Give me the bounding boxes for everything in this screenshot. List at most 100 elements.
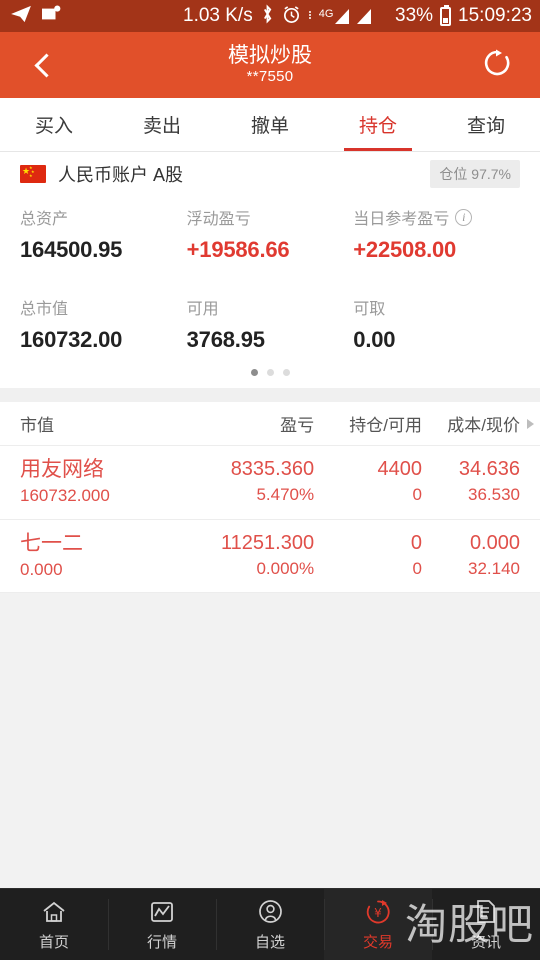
trade-tab-bar: 买入 卖出 撤单 持仓 查询 <box>0 98 540 152</box>
status-bar-center: 1.03 K/s 4G <box>183 0 372 32</box>
column-header-cost-price[interactable]: 成本/现价 <box>422 411 520 436</box>
pager-dot-3[interactable] <box>282 369 290 376</box>
profit-pct-label: 0.000% <box>256 558 315 578</box>
holdings-table: 市值 盈亏 持仓/可用 成本/现价 用友网络 160732.000 8335.3… <box>0 402 540 593</box>
account-row[interactable]: ★ ★ ★ ★ 人民币账户 A股 仓位 97.7% <box>20 152 520 196</box>
current-price-label: 36.530 <box>468 485 520 504</box>
nav-label: 资讯 <box>470 933 501 951</box>
pager-dot-1[interactable] <box>250 369 258 376</box>
news-icon <box>475 898 497 926</box>
stat-available: 可用 3768.95 <box>187 295 354 353</box>
section-divider <box>0 388 540 402</box>
tab-holdings[interactable]: 持仓 <box>324 98 432 151</box>
stat-label: 总市值 <box>20 301 69 318</box>
current-price-label: 32.140 <box>468 558 520 578</box>
china-flag-icon: ★ ★ ★ ★ <box>20 165 46 183</box>
nav-label: 自选 <box>254 933 285 951</box>
page-title: 模拟炒股 <box>228 43 312 67</box>
stat-value: 0.00 <box>353 327 396 352</box>
telegram-icon <box>10 5 32 27</box>
net-speed-label: 1.03 K/s <box>183 5 253 26</box>
table-row[interactable]: 七一二 0.000 11251.300 0.000% 0 0 0.000 32.… <box>0 520 540 593</box>
signal-icon: 4G <box>319 8 350 24</box>
stat-today-pnl: 当日参考盈亏 i +22508.00 <box>353 205 520 263</box>
market-value-label: 0.000 <box>20 559 63 579</box>
account-id-label: **7550 <box>246 68 294 86</box>
sim-dots-icon <box>308 11 311 19</box>
stat-value: 164500.95 <box>20 237 123 262</box>
profit-label: 11251.300 <box>221 531 315 554</box>
nav-item-trade[interactable]: ¥ 交易 <box>324 889 432 960</box>
table-row[interactable]: 用友网络 160732.000 8335.360 5.470% 4400 0 3… <box>0 446 540 520</box>
nav-item-watchlist[interactable]: 自选 <box>216 889 324 960</box>
svg-text:¥: ¥ <box>374 906 382 920</box>
tab-sell[interactable]: 卖出 <box>108 98 216 151</box>
cost-label: 0.000 <box>469 531 520 554</box>
stat-market-value: 总市值 160732.00 <box>20 295 187 353</box>
bottom-navigation: 首页 行情 自选 ¥ 交易 资讯 淘股吧 <box>0 888 540 960</box>
stat-label-with-info: 当日参考盈亏 i <box>353 205 520 229</box>
cell-profit: 11251.300 0.000% <box>196 531 314 581</box>
home-icon <box>41 898 67 926</box>
info-icon[interactable]: i <box>455 208 473 226</box>
nav-item-news[interactable]: 资讯 <box>432 889 540 960</box>
stat-total-assets: 总资产 164500.95 <box>20 205 187 263</box>
profit-pct-label: 5.470% <box>256 485 315 504</box>
cell-profit: 8335.360 5.470% <box>196 457 314 507</box>
stat-label: 浮动盈亏 <box>186 211 251 228</box>
cell-position: 4400 0 <box>314 457 422 507</box>
battery-icon <box>440 4 452 26</box>
stat-label: 可用 <box>186 301 219 318</box>
available-label: 0 <box>412 558 422 578</box>
table-header-row: 市值 盈亏 持仓/可用 成本/现价 <box>0 402 540 446</box>
person-icon <box>258 898 283 926</box>
column-header-profit[interactable]: 盈亏 <box>196 411 314 436</box>
status-bar-right: 33% 15:09:23 <box>395 0 532 32</box>
tab-cancel-order[interactable]: 撤单 <box>216 98 324 151</box>
summary-stats: 总资产 164500.95 浮动盈亏 +19586.66 当日参考盈亏 i +2… <box>20 196 520 353</box>
column-header-market-value[interactable]: 市值 <box>20 411 196 436</box>
column-header-position[interactable]: 持仓/可用 <box>314 411 422 436</box>
account-summary-card: ★ ★ ★ ★ 人民币账户 A股 仓位 97.7% 总资产 164500.95 浮动盈… <box>0 152 540 388</box>
stat-label: 当日参考盈亏 <box>353 211 450 228</box>
app-root: 1.03 K/s 4G 33% 15:09:23 模拟炒股 **7550 买入 … <box>0 0 540 960</box>
stat-value: 3768.95 <box>186 327 265 352</box>
nav-item-quotes[interactable]: 行情 <box>108 889 216 960</box>
refresh-icon <box>481 47 513 84</box>
stat-value: +22508.00 <box>353 237 457 262</box>
stat-floating-pnl: 浮动盈亏 +19586.66 <box>187 205 354 263</box>
tab-buy[interactable]: 买入 <box>0 98 108 151</box>
position-label: 0 <box>410 531 422 554</box>
header-title-group: 模拟炒股 **7550 <box>228 44 312 86</box>
clock-label: 15:09:23 <box>458 5 532 26</box>
message-icon <box>41 5 61 27</box>
carousel-pager[interactable] <box>20 353 520 388</box>
tab-query[interactable]: 查询 <box>432 98 540 151</box>
position-ratio-badge: 仓位 97.7% <box>430 160 520 188</box>
signal-icon <box>357 8 372 24</box>
battery-percent-label: 33% <box>395 5 434 26</box>
bluetooth-icon <box>261 4 274 28</box>
status-bar-left-icons <box>10 5 61 27</box>
pager-dot-2[interactable] <box>266 369 274 376</box>
stat-label: 可取 <box>353 301 386 318</box>
nav-label: 行情 <box>146 933 177 951</box>
nav-label: 首页 <box>38 933 69 951</box>
stat-value: +19586.66 <box>186 237 290 262</box>
back-chevron-icon <box>33 52 59 78</box>
back-button[interactable] <box>20 32 72 98</box>
stat-label: 总资产 <box>20 211 69 228</box>
refresh-button[interactable] <box>470 32 524 98</box>
cell-position: 0 0 <box>314 531 422 581</box>
chevron-right-icon[interactable] <box>527 418 534 429</box>
yuan-trade-icon: ¥ <box>365 898 391 926</box>
nav-label: 交易 <box>362 933 393 951</box>
profit-label: 8335.360 <box>230 458 315 480</box>
available-label: 0 <box>412 485 422 504</box>
stat-withdrawable: 可取 0.00 <box>353 295 520 353</box>
stock-name-label: 用友网络 <box>20 458 104 481</box>
position-label: 4400 <box>377 458 422 480</box>
account-name-label: 人民币账户 A股 <box>58 165 184 185</box>
status-bar: 1.03 K/s 4G 33% 15:09:23 <box>0 0 540 32</box>
nav-item-home[interactable]: 首页 <box>0 889 108 960</box>
